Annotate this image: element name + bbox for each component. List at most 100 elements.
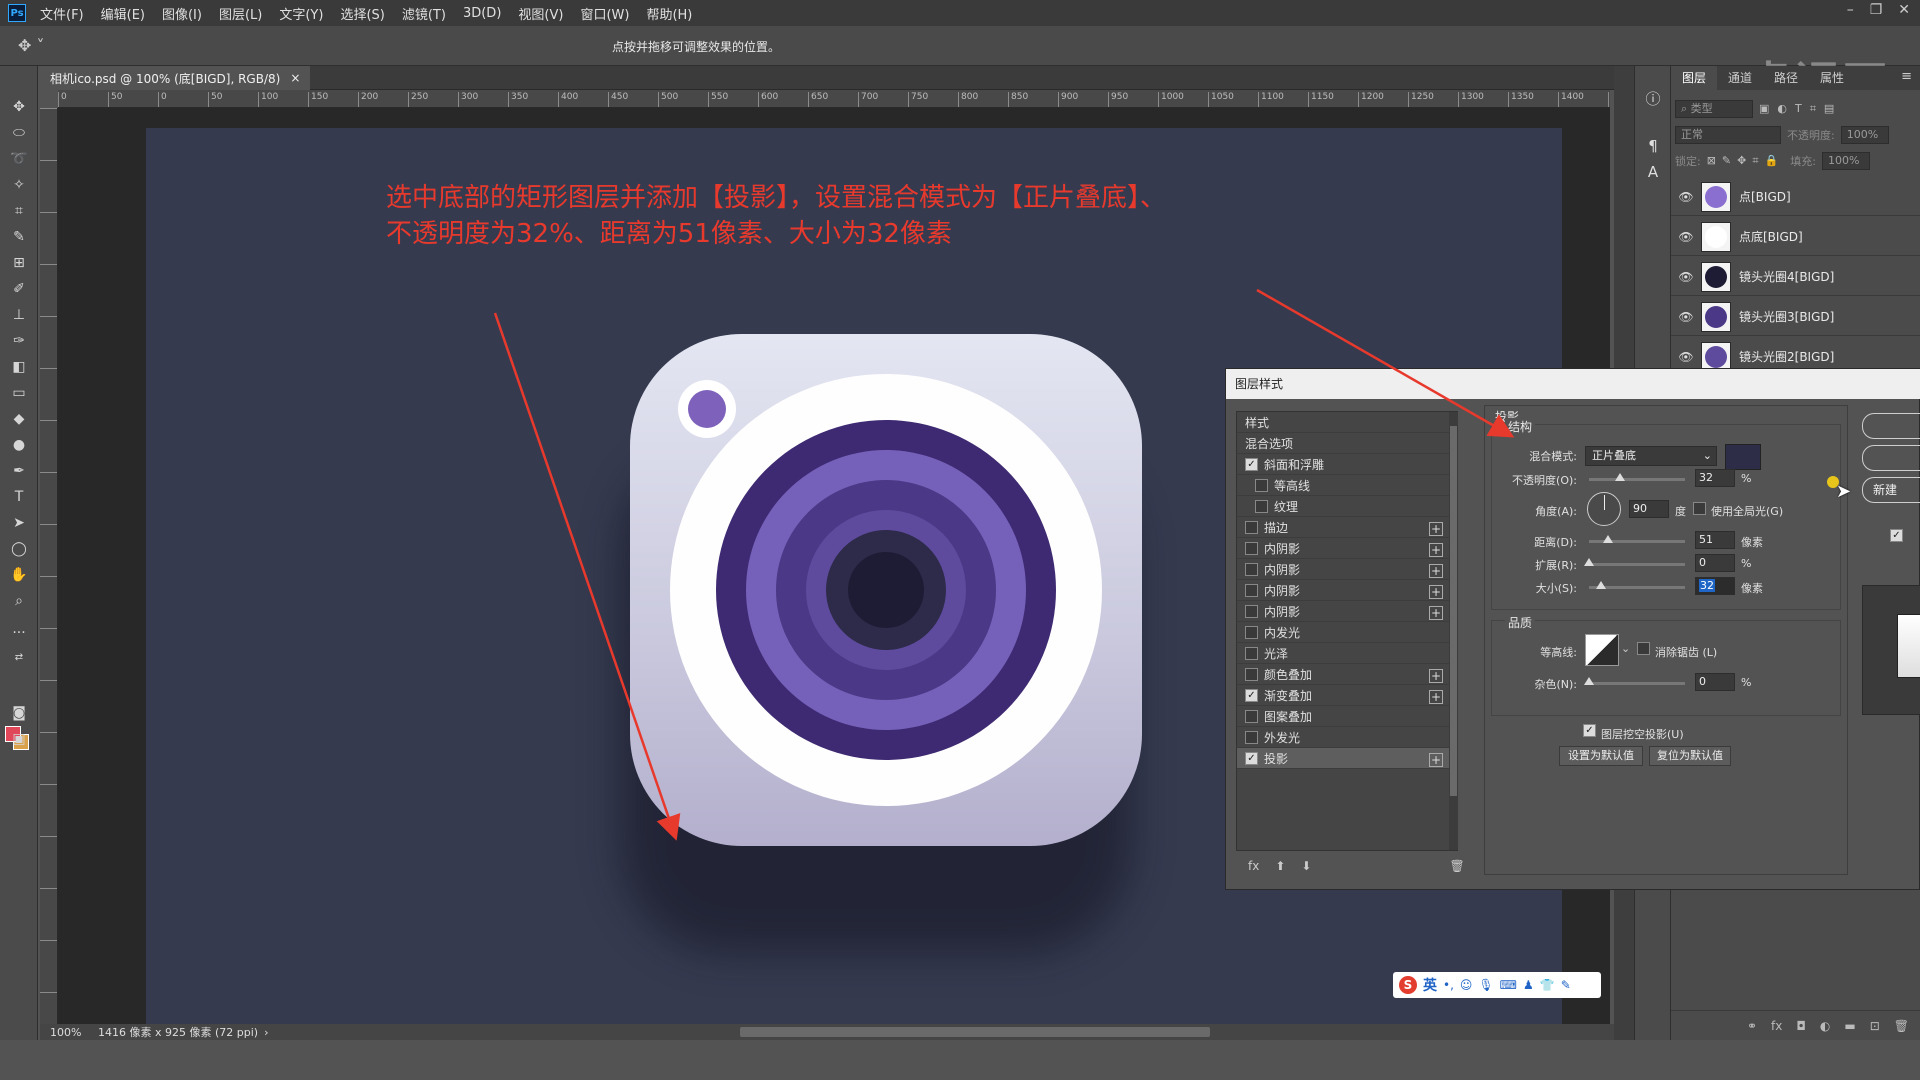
fill-field[interactable]: 100% <box>1821 152 1870 170</box>
fx-icon[interactable]: fx <box>1771 1019 1782 1033</box>
tab-channels[interactable]: 通道 <box>1717 66 1763 90</box>
style-item[interactable]: ✓ 斜面和浮雕 <box>1237 454 1449 475</box>
emoji-icon[interactable]: ☺ <box>1460 978 1473 992</box>
style-item[interactable]: 等高线 <box>1237 475 1449 496</box>
menu-image[interactable]: 图像(I) <box>162 4 202 23</box>
set-default-button[interactable]: 设置为默认值 <box>1559 746 1643 766</box>
opacity-field[interactable]: 100% <box>1840 126 1889 144</box>
style-checkbox[interactable] <box>1245 625 1258 639</box>
spread-slider-knob[interactable] <box>1584 558 1594 566</box>
menu-file[interactable]: 文件(F) <box>40 4 84 23</box>
tab-properties[interactable]: 属性 <box>1809 66 1855 90</box>
keyboard-icon[interactable]: ⌨ <box>1500 978 1517 992</box>
style-item[interactable]: 图案叠加 <box>1237 706 1449 727</box>
menu-layer[interactable]: 图层(L) <box>219 4 262 23</box>
screen-mode-icon[interactable]: ▣ <box>8 728 30 750</box>
link-layers-icon[interactable]: ⚭ <box>1747 1019 1757 1033</box>
style-checkbox[interactable] <box>1245 667 1258 681</box>
minimize-icon[interactable]: – <box>1847 2 1854 18</box>
layer-filter-select[interactable]: ⌕ 类型 <box>1675 100 1753 118</box>
info-arrow-icon[interactable]: › <box>264 1026 268 1039</box>
microphone-icon[interactable]: 🎙 <box>1478 978 1493 992</box>
style-item[interactable]: 描边 + <box>1237 517 1449 538</box>
menu-window[interactable]: 窗口(W) <box>580 4 629 23</box>
brush-tool-icon[interactable]: ✐ <box>8 278 30 300</box>
move-tool-icon[interactable]: ✥ ˅ <box>18 36 45 55</box>
noise-input[interactable]: 0 <box>1695 673 1735 691</box>
knockout-checkbox[interactable]: ✓ <box>1583 724 1596 737</box>
antialias-checkbox[interactable] <box>1637 642 1650 655</box>
menu-edit[interactable]: 编辑(E) <box>101 4 145 23</box>
eyedropper-icon[interactable]: ✎ <box>8 226 30 248</box>
group-folder-icon[interactable]: ▬ <box>1844 1019 1855 1033</box>
character-icon[interactable]: A <box>1643 162 1663 182</box>
noise-slider-knob[interactable] <box>1584 677 1594 685</box>
opacity-input[interactable]: 32 <box>1695 469 1735 487</box>
lock-icons[interactable]: ⊠✎✥⌗🔒 <box>1707 154 1785 168</box>
close-tab-icon[interactable]: × <box>290 71 300 85</box>
angle-input[interactable]: 90 <box>1629 500 1669 518</box>
style-item[interactable]: 内阴影 + <box>1237 580 1449 601</box>
visibility-eye-icon[interactable]: 👁 <box>1671 190 1701 204</box>
visibility-eye-icon[interactable]: 👁 <box>1671 270 1701 284</box>
style-checkbox[interactable] <box>1245 604 1258 618</box>
menu-select[interactable]: 选择(S) <box>340 4 384 23</box>
lasso-tool-icon[interactable]: ➰ <box>8 148 30 170</box>
style-item[interactable]: 内阴影 + <box>1237 601 1449 622</box>
contour-preview[interactable] <box>1585 634 1619 666</box>
user-icon[interactable]: ♟ <box>1523 978 1534 992</box>
style-list-scrollbar[interactable] <box>1449 412 1458 850</box>
horizontal-scrollbar[interactable] <box>740 1027 1210 1037</box>
style-item[interactable]: 内发光 <box>1237 622 1449 643</box>
menu-help[interactable]: 帮助(H) <box>646 4 692 23</box>
menu-view[interactable]: 视图(V) <box>518 4 563 23</box>
stamp-tool-icon[interactable]: ⊥ <box>8 304 30 326</box>
style-checkbox[interactable]: ✓ <box>1245 457 1258 471</box>
healing-brush-icon[interactable]: ⊞ <box>8 252 30 274</box>
eraser-tool-icon[interactable]: ◧ <box>8 356 30 378</box>
restore-icon[interactable]: ❐ <box>1870 2 1883 18</box>
zoom-level[interactable]: 100% <box>50 1026 98 1039</box>
style-item[interactable]: 光泽 <box>1237 643 1449 664</box>
style-item[interactable]: 内阴影 + <box>1237 559 1449 580</box>
size-input[interactable]: 32 <box>1695 577 1735 595</box>
spread-input[interactable]: 0 <box>1695 554 1735 572</box>
layer-blend-mode[interactable]: 正常 <box>1675 126 1781 144</box>
style-item[interactable]: 颜色叠加 + <box>1237 664 1449 685</box>
distance-slider-knob[interactable] <box>1603 535 1614 543</box>
style-checkbox[interactable] <box>1255 499 1268 513</box>
history-brush-icon[interactable]: ✑ <box>8 330 30 352</box>
reset-default-button[interactable]: 复位为默认值 <box>1649 746 1731 766</box>
style-checkbox[interactable] <box>1245 541 1258 555</box>
gradient-tool-icon[interactable]: ▭ <box>8 382 30 404</box>
style-item[interactable]: 样式 <box>1237 412 1449 433</box>
layer-row[interactable]: 👁 点[BIGD] <box>1671 178 1920 216</box>
visibility-eye-icon[interactable]: 👁 <box>1671 350 1701 364</box>
document-tab[interactable]: 相机ico.psd @ 100% (底[BIGD], RGB/8) × <box>40 66 311 90</box>
more-tools-icon[interactable]: ··· <box>8 622 30 644</box>
style-item[interactable]: 外发光 <box>1237 727 1449 748</box>
layer-row[interactable]: 👁 镜头光圈3[BIGD] <box>1671 298 1920 336</box>
spread-slider[interactable] <box>1584 558 1685 566</box>
tab-layers[interactable]: 图层 <box>1671 66 1718 90</box>
fx-menu-icon[interactable]: fx <box>1248 859 1259 873</box>
menu-3d[interactable]: 3D(D) <box>463 6 501 21</box>
distance-slider[interactable] <box>1589 535 1685 543</box>
visibility-eye-icon[interactable]: 👁 <box>1671 310 1701 324</box>
delete-effect-icon[interactable]: 🗑 <box>1449 859 1464 873</box>
add-mask-icon[interactable]: ◘ <box>1796 1019 1806 1033</box>
add-effect-icon[interactable]: + <box>1429 753 1443 767</box>
style-checkbox[interactable] <box>1245 562 1258 576</box>
crop-tool-icon[interactable]: ⌗ <box>8 200 30 222</box>
style-checkbox[interactable] <box>1245 709 1258 723</box>
settings-wrench-icon[interactable]: ✎ <box>1561 978 1571 992</box>
tab-paths[interactable]: 路径 <box>1763 66 1809 90</box>
style-checkbox[interactable]: ✓ <box>1245 751 1258 765</box>
size-slider-knob[interactable] <box>1596 581 1607 589</box>
add-effect-icon[interactable]: + <box>1429 585 1443 599</box>
distance-input[interactable]: 51 <box>1695 531 1735 549</box>
zoom-tool-icon[interactable]: ⌕ <box>8 590 30 612</box>
style-checkbox[interactable] <box>1245 520 1258 534</box>
style-checkbox[interactable] <box>1245 730 1258 744</box>
pen-tool-icon[interactable]: ✒ <box>8 460 30 482</box>
